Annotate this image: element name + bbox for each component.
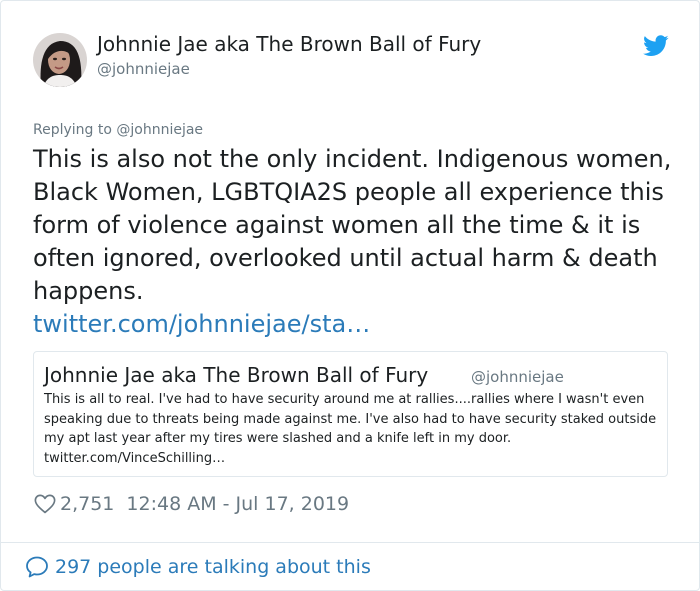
tweet-link[interactable]: twitter.com/johnniejae/sta… xyxy=(33,310,370,338)
avatar[interactable] xyxy=(33,33,87,87)
replying-to-label: Replying to xyxy=(33,122,112,138)
speech-bubble-icon xyxy=(26,556,48,578)
replying-to: Replying to @johnniejae xyxy=(33,122,203,138)
quoted-author-name: Johnnie Jae aka The Brown Ball of Fury xyxy=(44,363,429,387)
tweet-timestamp[interactable]: 12:48 AM - Jul 17, 2019 xyxy=(126,493,349,515)
quoted-tweet-text: This is all to real. I've had to have se… xyxy=(44,392,657,466)
avatar-image xyxy=(33,33,87,87)
like-count[interactable]: 2,751 xyxy=(60,493,114,515)
tweet-meta: 2,751 12:48 AM - Jul 17, 2019 xyxy=(34,490,349,518)
twitter-bird-icon[interactable] xyxy=(643,35,669,57)
quoted-tweet[interactable]: Johnnie Jae aka The Brown Ball of Fury @… xyxy=(33,351,668,477)
footer-divider xyxy=(1,542,699,543)
replying-to-mention[interactable]: @johnniejae xyxy=(116,122,203,138)
tweet-text: This is also not the only incident. Indi… xyxy=(33,145,672,305)
heart-icon[interactable] xyxy=(34,493,56,515)
tweet-body: This is also not the only incident. Indi… xyxy=(33,143,673,341)
conversation-count-text[interactable]: 297 people are talking about this xyxy=(55,556,371,578)
author-handle[interactable]: @johnniejae xyxy=(97,60,190,78)
quoted-author-handle: @johnniejae xyxy=(471,368,564,386)
author-name[interactable]: Johnnie Jae aka The Brown Ball of Fury xyxy=(97,32,481,56)
conversation-link[interactable]: 297 people are talking about this xyxy=(25,553,371,581)
tweet-card: Johnnie Jae aka The Brown Ball of Fury @… xyxy=(0,0,700,591)
